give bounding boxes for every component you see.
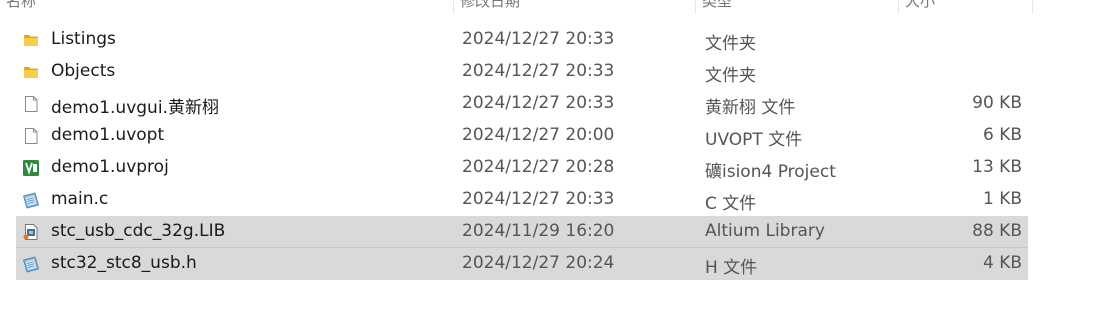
file-row[interactable]: demo1.uvgui.黄新栩 2024/12/27 20:33 黄新栩 文件 90 … xyxy=(16,88,1028,120)
file-size: 88 KB xyxy=(972,221,1022,241)
file-date-modified: 2024/12/27 20:28 xyxy=(462,157,615,177)
folder-icon xyxy=(22,63,40,81)
file-row[interactable]: Listings 2024/12/27 20:33 文件夹 xyxy=(16,24,1028,56)
file-date-modified: 2024/12/27 20:33 xyxy=(462,61,615,81)
file-row[interactable]: stc32_stc8_usb.h 2024/12/27 20:24 H 文件 4 KB xyxy=(16,248,1028,280)
blank-file-icon xyxy=(22,127,40,145)
file-type: C 文件 xyxy=(705,194,757,214)
library-file-icon xyxy=(22,223,40,241)
file-row[interactable]: demo1.uvopt 2024/12/27 20:00 UVOPT 文件 6 KB xyxy=(16,120,1028,152)
column-header-size[interactable]: 大小 xyxy=(899,0,1033,14)
file-type: 文件夹 xyxy=(705,34,756,54)
file-row[interactable]: main.c 2024/12/27 20:33 C 文件 1 KB xyxy=(16,184,1028,216)
file-date-modified: 2024/11/29 16:20 xyxy=(462,221,615,241)
file-size: 90 KB xyxy=(972,93,1022,113)
file-date-modified: 2024/12/27 20:33 xyxy=(462,189,615,209)
file-date-modified: 2024/12/27 20:33 xyxy=(462,93,615,113)
file-row[interactable]: stc_usb_cdc_32g.LIB 2024/11/29 16:20 Altiu… xyxy=(16,216,1028,248)
file-name: main.c xyxy=(51,189,109,209)
file-type: 礦ision4 Project xyxy=(705,162,836,182)
keil-project-icon xyxy=(22,159,40,177)
blank-file-icon xyxy=(22,95,40,113)
source-file-icon xyxy=(22,255,40,273)
file-name: stc_usb_cdc_32g.LIB xyxy=(51,221,226,241)
file-size: 1 KB xyxy=(982,189,1022,209)
file-size: 6 KB xyxy=(982,125,1022,145)
file-name: Listings xyxy=(51,29,116,49)
file-type: 文件夹 xyxy=(705,66,756,86)
source-file-icon xyxy=(22,191,40,209)
file-size: 4 KB xyxy=(982,253,1022,273)
file-type: 黄新栩 文件 xyxy=(705,98,796,118)
column-header-date-modified[interactable]: 修改日期 xyxy=(454,0,696,14)
file-list: Listings 2024/12/27 20:33 文件夹 Objects 2024/1… xyxy=(16,24,1028,280)
column-header: 名称 修改日期 类型 大小 xyxy=(0,0,1120,16)
file-name: demo1.uvgui.黄新栩 xyxy=(51,98,219,118)
file-size: 13 KB xyxy=(972,157,1022,177)
folder-icon xyxy=(22,31,40,49)
file-name: demo1.uvopt xyxy=(51,125,165,145)
column-header-name[interactable]: 名称 xyxy=(0,0,454,14)
file-name: Objects xyxy=(51,61,116,81)
column-header-type[interactable]: 类型 xyxy=(696,0,899,14)
file-date-modified: 2024/12/27 20:24 xyxy=(462,253,615,273)
file-type: Altium Library xyxy=(705,221,825,241)
file-row[interactable]: demo1.uvproj 2024/12/27 20:28 礦ision4 Proj… xyxy=(16,152,1028,184)
file-name: demo1.uvproj xyxy=(51,157,169,177)
file-type: H 文件 xyxy=(705,258,758,278)
file-date-modified: 2024/12/27 20:33 xyxy=(462,29,615,49)
file-row[interactable]: Objects 2024/12/27 20:33 文件夹 xyxy=(16,56,1028,88)
file-name: stc32_stc8_usb.h xyxy=(51,253,197,273)
file-type: UVOPT 文件 xyxy=(705,130,803,150)
file-date-modified: 2024/12/27 20:00 xyxy=(462,125,615,145)
